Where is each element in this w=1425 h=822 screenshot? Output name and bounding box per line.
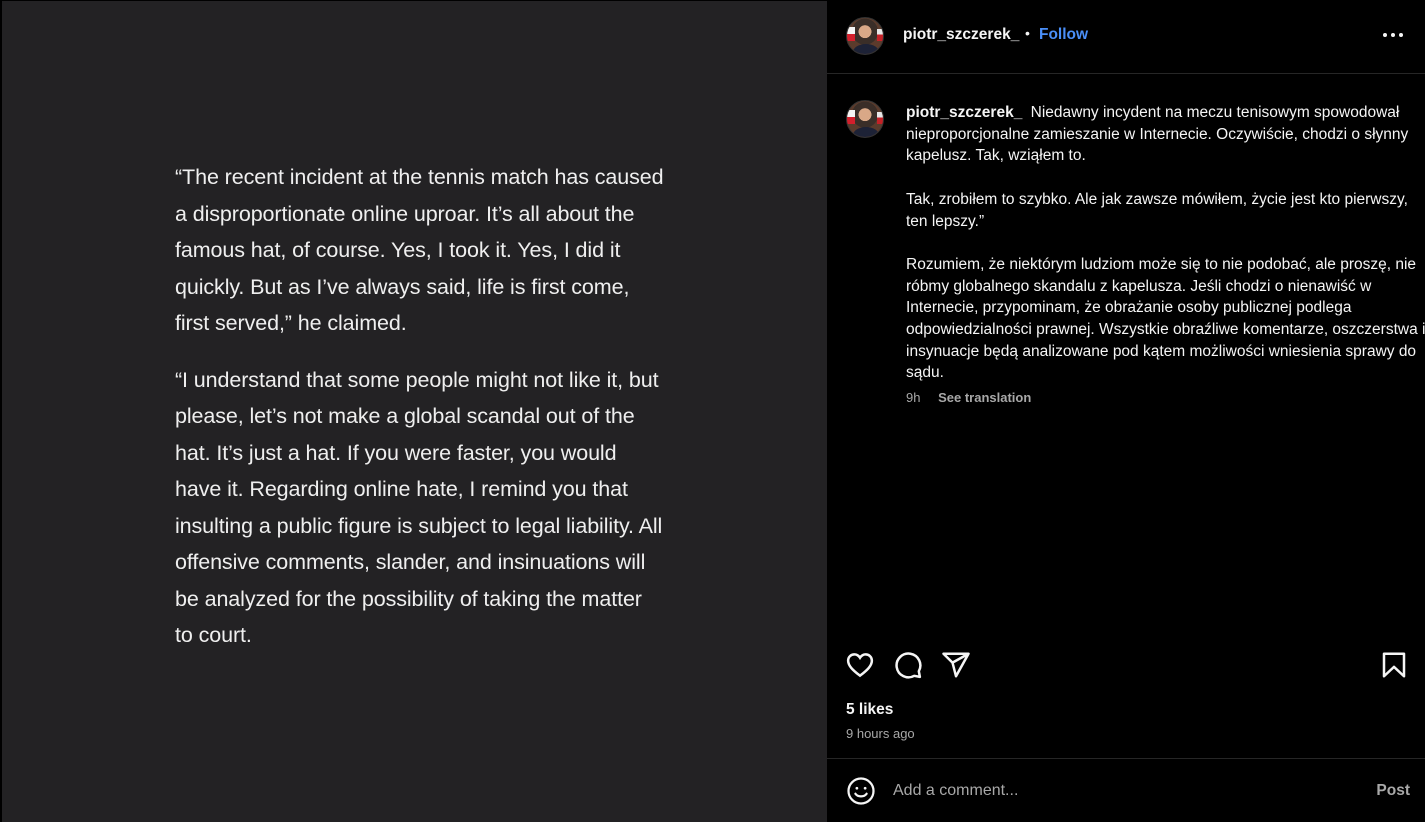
quote-paragraph-1: “The recent incident at the tennis match… [175,165,664,335]
post-comment-button[interactable]: Post [1376,782,1410,800]
caption-paragraph-3: Rozumiem, że niektórym ludziom może się … [906,255,1425,382]
post-header: piotr_szczerek_ • Follow [827,0,1425,74]
caption-meta: 9h See translation [906,390,1031,405]
share-icon[interactable] [941,650,971,680]
caption-avatar[interactable] [846,100,884,138]
caption-text: piotr_szczerek_ Niedawny incydent na mec… [906,102,1425,406]
comment-icon[interactable] [893,650,923,680]
follow-button[interactable]: Follow [1039,26,1088,44]
post-side-panel: piotr_szczerek_ • Follow piotr_szczerek_… [827,0,1425,822]
likes-count[interactable]: 5 likes [846,701,893,719]
caption-username[interactable]: piotr_szczerek_ [906,104,1022,121]
emoji-icon[interactable] [846,776,876,806]
avatar[interactable] [846,17,884,55]
header-username[interactable]: piotr_szczerek_ [903,26,1019,44]
separator-dot: • [1025,25,1030,41]
heart-icon[interactable] [845,650,875,680]
post-image: “The recent incident at the tennis match… [0,0,827,822]
post-timestamp: 9 hours ago [846,726,915,741]
more-options-icon[interactable] [1383,33,1403,39]
see-translation-button[interactable]: See translation [938,390,1031,405]
comment-input[interactable] [893,779,1333,803]
action-bar [845,650,1407,682]
comment-bar: Post [827,758,1425,822]
post-image-quote: “The recent incident at the tennis match… [175,159,665,674]
caption-paragraph-2: Tak, zrobiłem to szybko. Ale jak zawsze … [906,190,1408,230]
caption-time: 9h [906,390,921,405]
quote-paragraph-2: “I understand that some people might not… [175,367,663,648]
bookmark-icon[interactable] [1379,650,1409,680]
